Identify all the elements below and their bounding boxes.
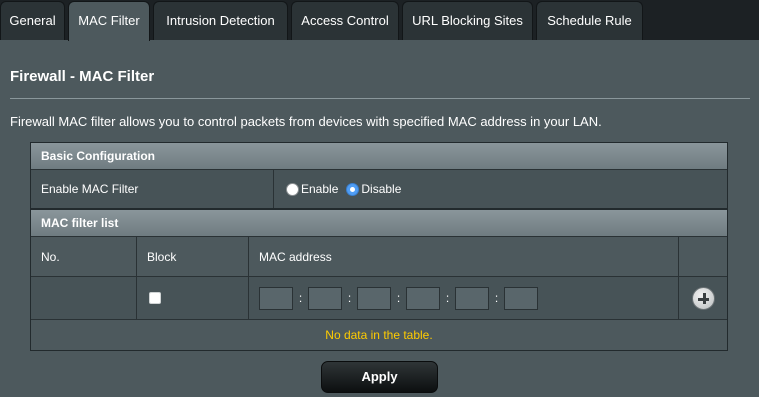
- mac-address-input-group: : : : : :: [249, 277, 679, 319]
- mac-octet-4-input[interactable]: [406, 286, 440, 310]
- radio-disable[interactable]: [346, 182, 360, 196]
- col-block: Block: [137, 237, 249, 276]
- add-entry-row: : : : : :: [31, 277, 727, 320]
- tab-url-blocking-sites[interactable]: URL Blocking Sites: [402, 1, 533, 40]
- tab-schedule-rule[interactable]: Schedule Rule: [536, 1, 643, 40]
- add-entry-button[interactable]: [691, 286, 715, 310]
- basic-config-table: Basic Configuration Enable MAC Filter En…: [30, 142, 728, 209]
- add-row-no-cell: [31, 277, 137, 319]
- col-mac-address: MAC address: [249, 237, 679, 276]
- col-action: [679, 237, 727, 276]
- block-checkbox[interactable]: [149, 292, 161, 304]
- enable-mac-filter-label: Enable MAC Filter: [31, 170, 274, 208]
- enable-mac-filter-row: Enable MAC Filter Enable Disable: [31, 170, 727, 208]
- tab-bar: General MAC Filter Intrusion Detection A…: [0, 0, 759, 41]
- title-divider: [10, 98, 750, 99]
- enable-mac-filter-options: Enable Disable: [274, 170, 727, 208]
- mac-octet-2-input[interactable]: [308, 286, 342, 310]
- add-row-block-cell: [137, 277, 249, 319]
- tab-mac-filter[interactable]: MAC Filter: [68, 1, 150, 41]
- col-no: No.: [31, 237, 137, 276]
- mac-octet-6-input[interactable]: [504, 286, 538, 310]
- empty-table-message: No data in the table.: [325, 328, 433, 342]
- mac-separator: :: [298, 291, 303, 305]
- mac-filter-list-table: MAC filter list No. Block MAC address : …: [30, 209, 728, 351]
- mac-separator: :: [445, 291, 450, 305]
- tab-intrusion-detection[interactable]: Intrusion Detection: [153, 1, 288, 40]
- mac-octet-3-input[interactable]: [357, 286, 391, 310]
- column-header-row: No. Block MAC address: [31, 237, 727, 277]
- mac-filter-list-header: MAC filter list: [31, 210, 727, 237]
- apply-button[interactable]: Apply: [321, 361, 438, 393]
- mac-octet-5-input[interactable]: [455, 286, 489, 310]
- mac-separator: :: [347, 291, 352, 305]
- tab-access-control[interactable]: Access Control: [291, 1, 399, 40]
- page-description: Firewall MAC filter allows you to contro…: [10, 114, 602, 129]
- add-row-action-cell: [679, 277, 727, 319]
- mac-separator: :: [494, 291, 499, 305]
- radio-enable-label[interactable]: Enable: [301, 182, 338, 196]
- mac-octet-1-input[interactable]: [259, 286, 293, 310]
- radio-disable-label[interactable]: Disable: [361, 182, 401, 196]
- basic-config-header: Basic Configuration: [31, 143, 727, 170]
- page-title: Firewall - MAC Filter: [10, 68, 155, 85]
- radio-enable[interactable]: [286, 182, 299, 196]
- tab-general[interactable]: General: [0, 1, 65, 40]
- mac-separator: :: [396, 291, 401, 305]
